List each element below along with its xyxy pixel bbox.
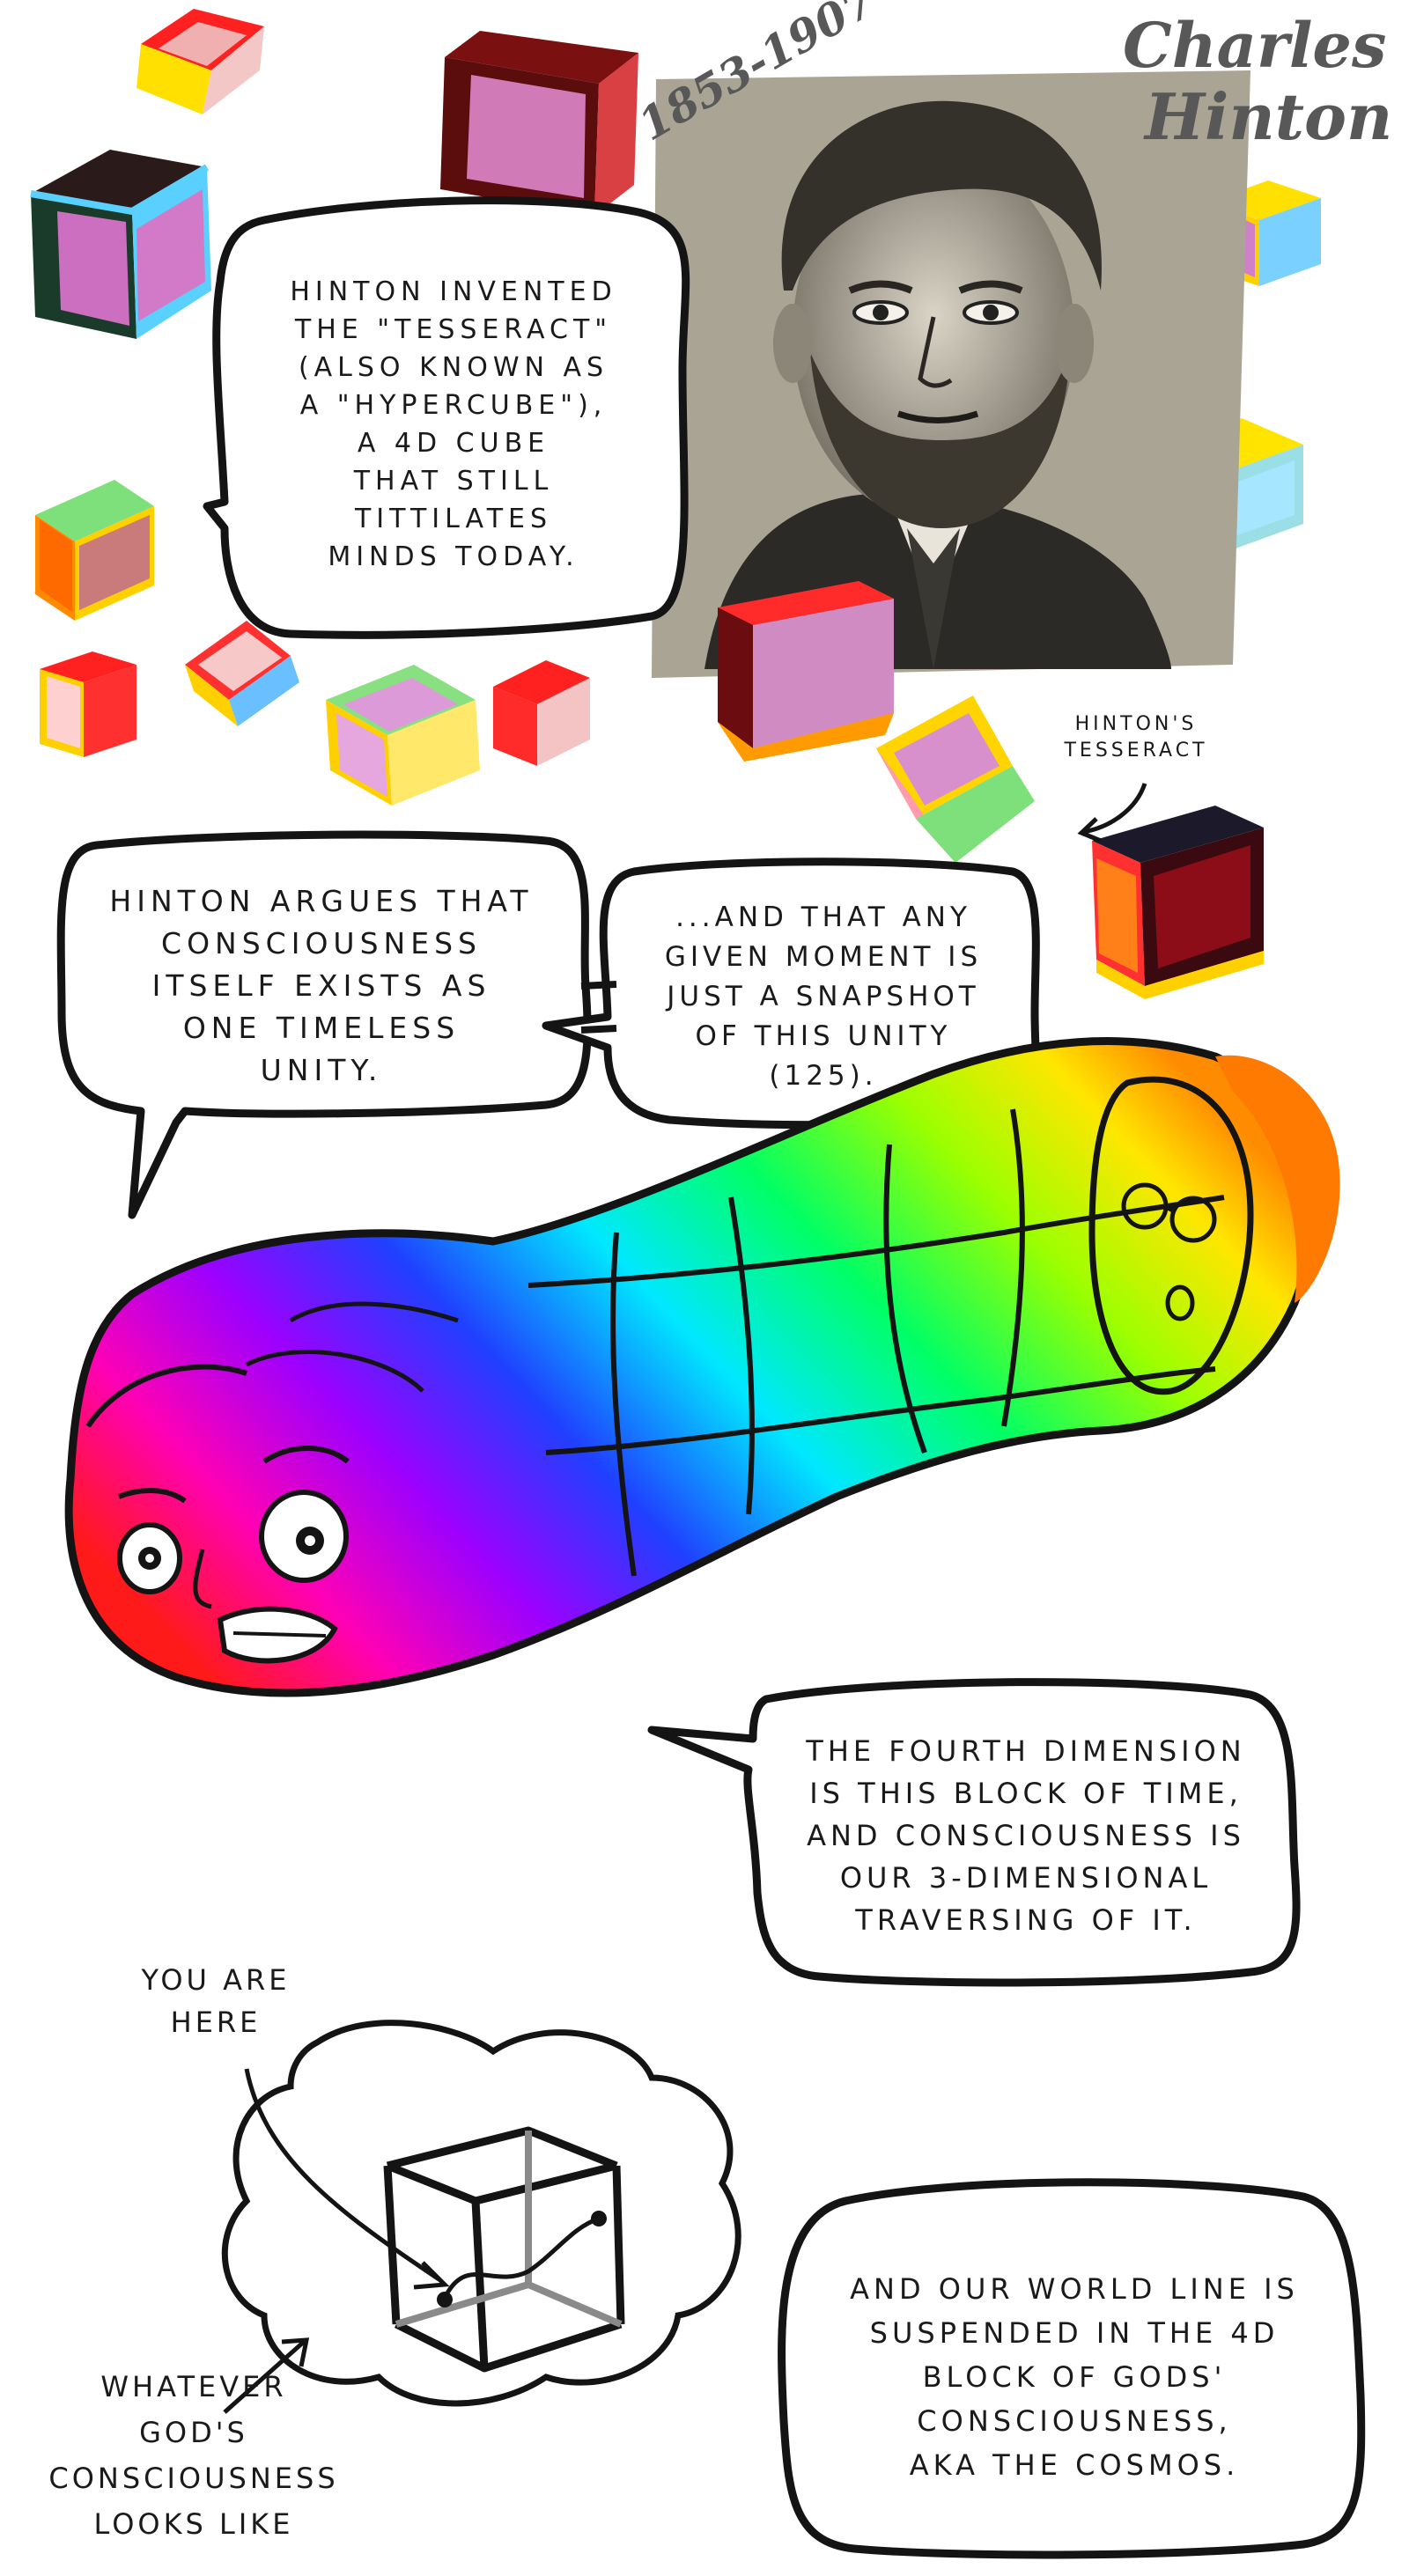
portrait-name-line2: Hinton [1145,79,1393,154]
floating-cube [40,651,136,757]
floating-cube [493,660,590,766]
bubble-text-consciousness: Hinton argues that consciousness itself … [109,884,534,1087]
floating-cube [326,665,480,806]
portrait [652,70,1250,678]
bubble-text-tesseract: Hinton invented the "Tesseract" (also kn… [290,276,617,572]
bubble-text-world-line: And our world line is suspended in the 4… [850,2272,1299,2482]
bubble-text-snapshot: ...and that any given moment is just a s… [664,902,983,1092]
comic-artwork [30,9,1366,2559]
portrait-name-line1: Charles [1123,9,1387,82]
floating-cube [440,31,638,216]
gods-consciousness-caption: Whatever God's consciousness looks like [48,2370,339,2541]
tesseract-caption: Hinton's tesseract [1064,713,1208,762]
floating-cube [718,581,894,762]
you-are-here-caption: You are here [141,1963,291,2039]
floating-cube [30,150,211,339]
floating-cube [1092,806,1264,999]
bubble-text-fourth-dimension: The fourth dimension is this block of ti… [806,1734,1246,1937]
floating-cube [35,480,154,621]
floating-cube [876,696,1035,863]
floating-cube [136,9,264,114]
